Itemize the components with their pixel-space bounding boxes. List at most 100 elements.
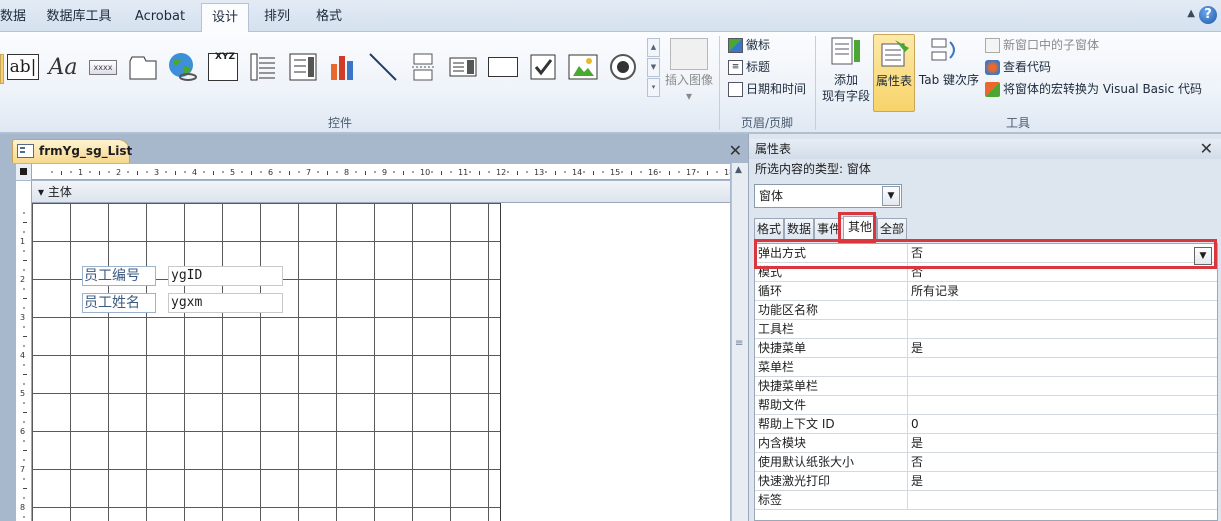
chart-icon[interactable] — [326, 50, 360, 84]
subform-new-window-button[interactable]: 新窗口中的子窗体 — [985, 35, 1099, 55]
textbox-ygxm[interactable]: ygxm — [168, 293, 283, 313]
property-value[interactable]: 否 — [911, 453, 923, 471]
dropdown-arrow-icon[interactable]: ▼ — [882, 186, 900, 206]
button-icon[interactable]: xxxx — [86, 50, 120, 84]
tab-format[interactable]: 格式 — [308, 3, 350, 32]
tab-order-icon[interactable] — [930, 36, 962, 66]
tab-control-icon[interactable] — [126, 50, 160, 84]
tab-order-button[interactable]: Tab 键次序 — [914, 72, 984, 88]
object-selector-combo[interactable]: 窗体 ▼ — [754, 184, 902, 208]
form-design-view: frmYg_sg_List ✕ 1 2 3 4 5 6 7 8 9 10 11 12 13 14 15 16 1… — [0, 134, 756, 521]
column-divider — [907, 491, 908, 510]
gallery-scroll-up-icon[interactable]: ▲ — [647, 38, 660, 57]
ruler-tick — [23, 298, 27, 299]
tab-design[interactable]: 设计 — [201, 3, 249, 33]
property-row[interactable]: 帮助文件 — [755, 396, 1217, 415]
hyperlink-globe-icon[interactable] — [166, 50, 200, 84]
property-value[interactable]: 是 — [911, 339, 923, 357]
property-row[interactable]: 使用默认纸张大小 否 — [755, 453, 1217, 472]
property-row[interactable]: 功能区名称 — [755, 301, 1217, 320]
form-selector[interactable] — [16, 164, 32, 180]
ruler-tick — [241, 171, 243, 173]
ruler-tick — [659, 171, 661, 173]
popup-value-dropdown-icon[interactable]: ▼ — [1194, 247, 1212, 265]
section-marker-icon: ▾ — [38, 185, 48, 199]
form-grid[interactable] — [32, 203, 500, 521]
ruler-tick — [137, 171, 138, 175]
subform-icon — [985, 37, 1000, 53]
gallery-more-icon[interactable]: ▾ — [647, 78, 660, 97]
ptab-all[interactable]: 全部 — [877, 218, 907, 240]
tab-frmYg_sg_List[interactable]: frmYg_sg_List — [12, 139, 132, 163]
ptab-data[interactable]: 数据 — [784, 218, 814, 240]
column-divider — [907, 301, 908, 320]
property-row[interactable]: 工具栏 — [755, 320, 1217, 339]
page-break-icon[interactable] — [406, 50, 440, 84]
property-row[interactable]: 循环 所有记录 — [755, 282, 1217, 301]
view-code-button[interactable]: 查看代码 — [985, 57, 1051, 77]
property-value[interactable]: 是 — [911, 472, 923, 490]
ruler-tick — [175, 171, 176, 175]
scroll-up-icon[interactable]: ▲ — [735, 165, 742, 175]
gallery-scroll-down-icon[interactable]: ▼ — [647, 58, 660, 77]
ruler-tick — [526, 171, 528, 173]
property-row[interactable]: 内含模块 是 — [755, 434, 1217, 453]
property-value[interactable]: 是 — [911, 434, 923, 452]
close-document-icon[interactable]: ✕ — [729, 141, 742, 160]
ruler-tick — [23, 326, 25, 328]
property-row[interactable]: 快捷菜单 是 — [755, 339, 1217, 358]
insert-image-icon[interactable] — [670, 38, 708, 70]
property-value[interactable]: 所有记录 — [911, 282, 959, 300]
line-icon[interactable] — [366, 50, 400, 84]
tab-database-tools[interactable]: 数据库工具 — [40, 3, 118, 32]
option-button-icon[interactable] — [606, 50, 640, 84]
textbox-ygID[interactable]: ygID — [168, 266, 283, 286]
ruler-number: 6 — [268, 168, 273, 177]
ptab-format[interactable]: 格式 — [754, 218, 784, 240]
select-tool-edge[interactable] — [0, 54, 4, 84]
highlight-box-popup-row — [754, 239, 1217, 269]
add-existing-fields-button[interactable]: 添加 现有字段 — [818, 72, 874, 104]
web-browser-icon[interactable]: XYZ — [206, 50, 240, 84]
checkbox-icon[interactable] — [526, 50, 560, 84]
insert-image-dropdown-icon[interactable]: ▾ — [684, 88, 694, 104]
help-icon[interactable]: ? — [1199, 6, 1217, 24]
option-group-icon[interactable] — [286, 50, 320, 84]
tab-data[interactable]: 数据 — [0, 3, 26, 32]
ruler-number: 7 — [306, 168, 311, 177]
property-row[interactable]: 标签 — [755, 491, 1217, 510]
close-property-sheet-icon[interactable]: ✕ — [1200, 139, 1213, 159]
datetime-button[interactable]: 日期和时间 — [728, 79, 806, 99]
textbox-icon[interactable]: ab| — [6, 50, 40, 84]
property-row[interactable]: 菜单栏 — [755, 358, 1217, 377]
property-value[interactable]: 0 — [911, 415, 919, 433]
scroll-grip-icon[interactable]: ≡ — [735, 338, 743, 349]
column-divider — [907, 339, 908, 358]
image-frame-icon[interactable] — [566, 50, 600, 84]
property-row[interactable]: 快速激光打印 是 — [755, 472, 1217, 491]
label-employee-id[interactable]: 员工编号 — [82, 266, 156, 286]
detail-section-bar[interactable]: ▾ 主体 — [32, 181, 730, 203]
add-existing-fields-icon[interactable] — [830, 36, 862, 66]
minimize-ribbon-icon[interactable]: ▲ — [1187, 8, 1195, 19]
convert-macros-button[interactable]: 将窗体的宏转换为 Visual Basic 代码 — [985, 79, 1202, 99]
property-row[interactable]: 帮助上下文 ID 0 — [755, 415, 1217, 434]
ruler-number: 8 — [344, 168, 349, 177]
combo-box-icon[interactable] — [446, 50, 480, 84]
navigation-control-icon[interactable] — [246, 50, 280, 84]
title-button[interactable]: ≡ 标题 — [728, 57, 770, 77]
label-employee-name[interactable]: 员工姓名 — [82, 293, 156, 313]
property-row[interactable]: 快捷菜单栏 — [755, 377, 1217, 396]
controls-gallery-scroll[interactable]: ▲ ▼ ▾ — [647, 38, 660, 98]
property-sheet-button[interactable]: 属性表 — [873, 34, 915, 112]
ruler-tick — [374, 171, 376, 173]
rectangle-icon[interactable] — [486, 50, 520, 84]
vertical-scrollbar[interactable]: ▲ ≡ — [731, 163, 748, 521]
tab-acrobat[interactable]: Acrobat — [128, 3, 192, 32]
ruler-number: 15 — [610, 168, 620, 177]
ruler-number: 6 — [20, 427, 25, 436]
label-aa-icon[interactable]: Aa — [46, 50, 80, 84]
tab-arrange[interactable]: 排列 — [256, 3, 298, 32]
insert-image-button[interactable]: 插入图像 — [662, 72, 716, 88]
logo-button[interactable]: 徽标 — [728, 35, 770, 55]
